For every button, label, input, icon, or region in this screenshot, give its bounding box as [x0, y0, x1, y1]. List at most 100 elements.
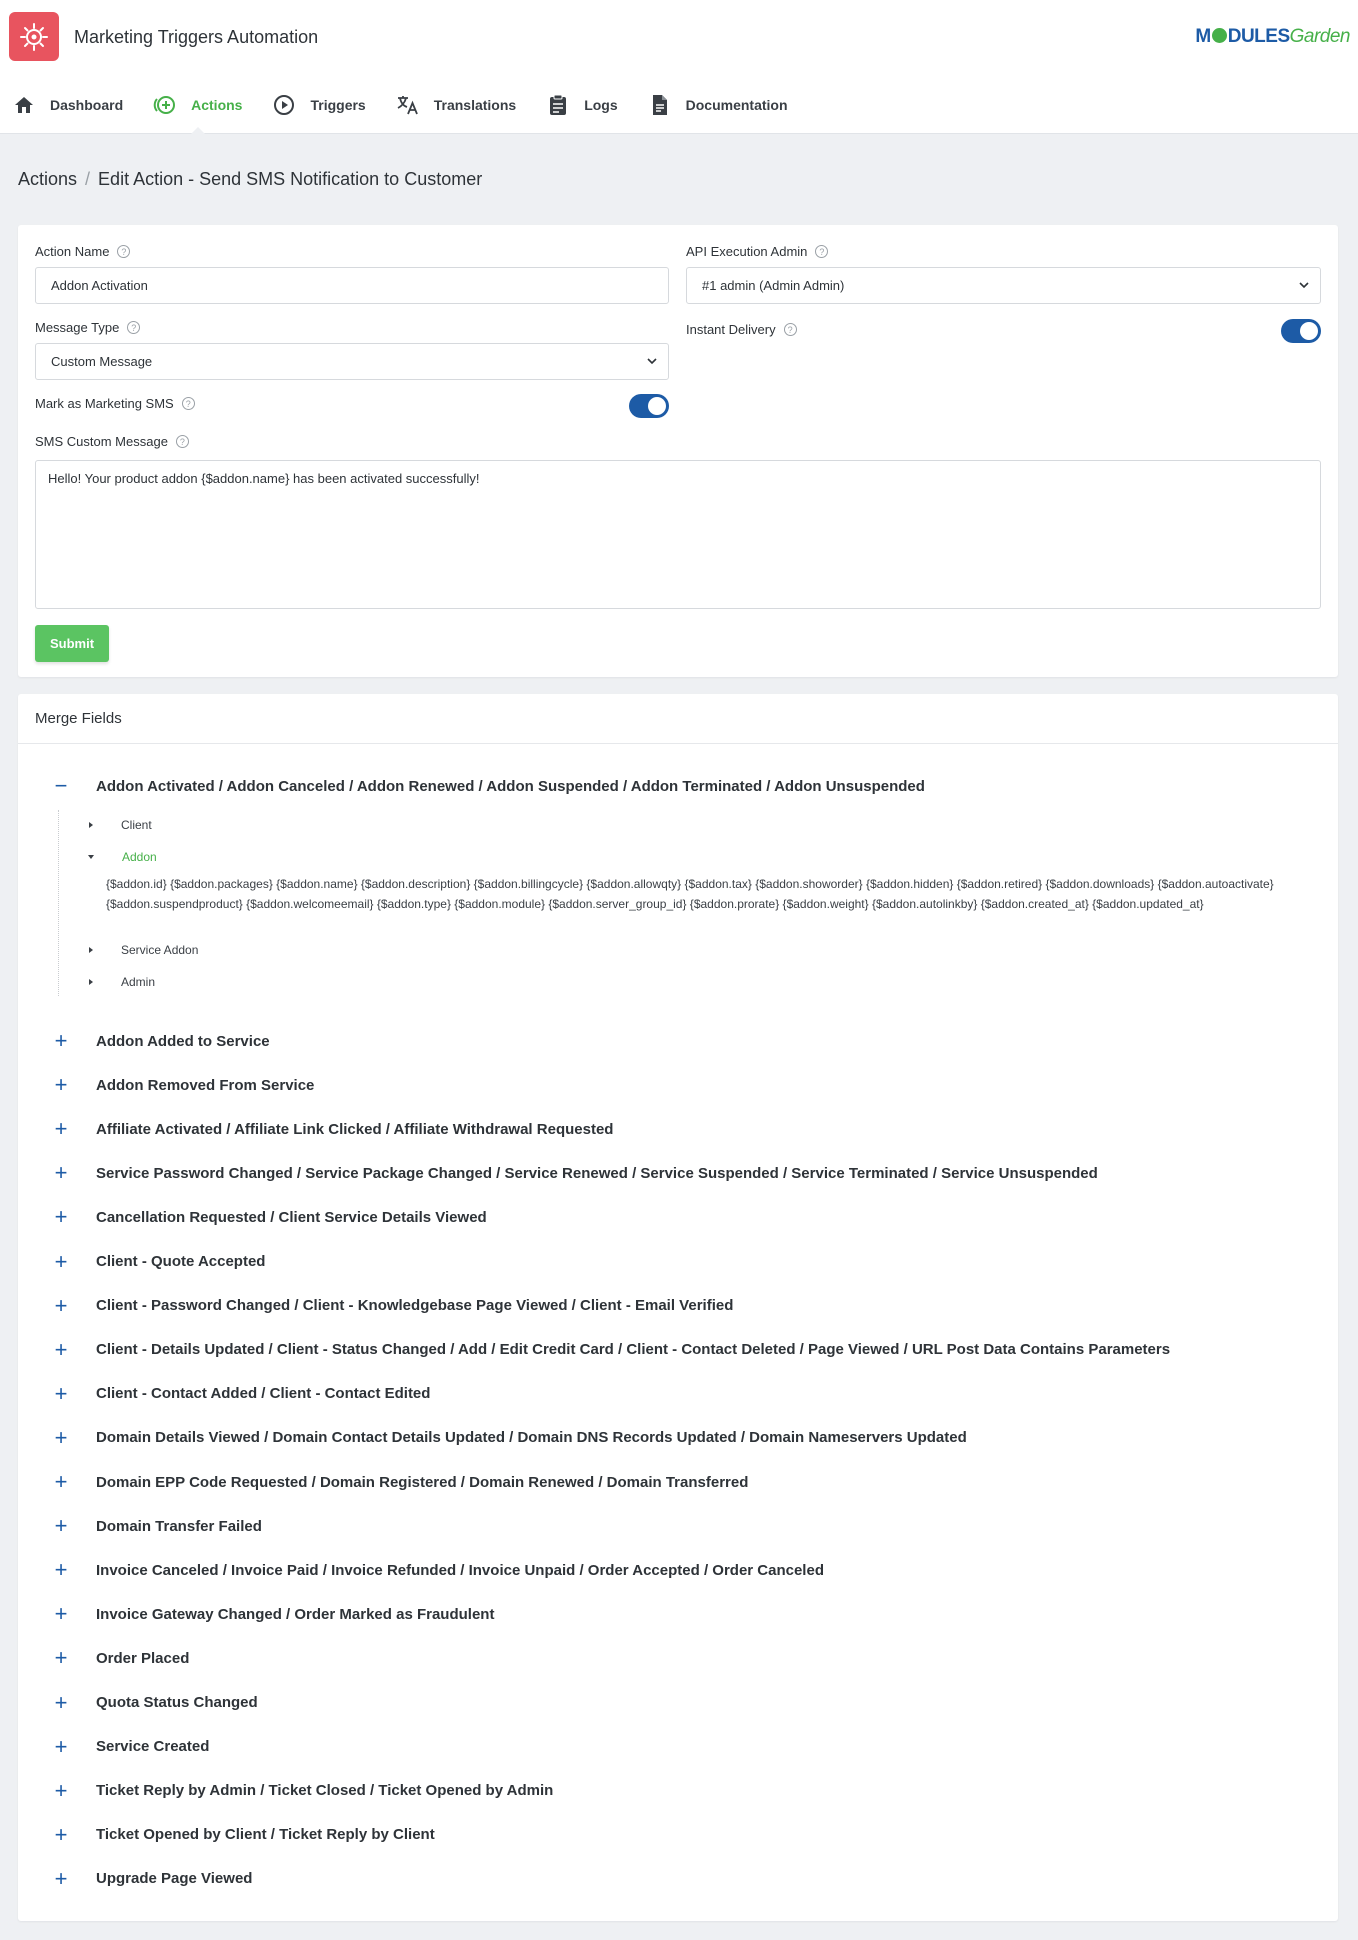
help-icon[interactable]: ?	[783, 323, 797, 336]
merge-group[interactable]: + Upgrade Page Viewed	[18, 1866, 1338, 1892]
instant-delivery-label: Instant Delivery?	[686, 322, 797, 337]
group-label: Domain EPP Code Requested / Domain Regis…	[96, 1473, 749, 1491]
nav-actions[interactable]: Actions	[153, 90, 242, 134]
target-icon	[20, 22, 48, 51]
collapse-icon[interactable]: −	[53, 773, 69, 799]
tree-node-client[interactable]: Client	[58, 818, 152, 832]
group-label: Upgrade Page Viewed	[96, 1870, 253, 1888]
merge-group[interactable]: + Quota Status Changed	[18, 1690, 1338, 1716]
merge-group[interactable]: + Client - Quote Accepted	[18, 1249, 1338, 1275]
nav-label: Triggers	[310, 97, 366, 113]
group-label: Service Password Changed / Service Packa…	[96, 1164, 1098, 1182]
marketing-sms-toggle[interactable]	[629, 394, 669, 418]
help-icon[interactable]: ?	[175, 435, 189, 448]
expand-icon[interactable]: +	[53, 1249, 69, 1275]
action-form-card: Action Name? Addon Activation API Execut…	[18, 225, 1338, 677]
expand-icon[interactable]: +	[53, 1601, 69, 1627]
api-admin-label: API Execution Admin?	[686, 244, 829, 259]
expand-icon[interactable]: +	[53, 1204, 69, 1230]
expand-icon[interactable]: +	[53, 1028, 69, 1054]
merge-group[interactable]: + Invoice Gateway Changed / Order Marked …	[18, 1601, 1338, 1627]
expand-icon[interactable]: +	[53, 1293, 69, 1319]
merge-group[interactable]: + Domain EPP Code Requested / Domain Regi…	[18, 1469, 1338, 1495]
tree-node-label: Service Addon	[121, 943, 199, 957]
group-label: Client - Password Changed / Client - Kno…	[96, 1297, 734, 1315]
expand-icon[interactable]: +	[53, 1425, 69, 1451]
expand-icon[interactable]: +	[53, 1822, 69, 1848]
expand-icon[interactable]: +	[53, 1778, 69, 1804]
chevron-down-icon	[1299, 282, 1309, 289]
group-label: Ticket Opened by Client / Ticket Reply b…	[96, 1826, 435, 1844]
modulesgarden-logo[interactable]: M DULESGarden	[1195, 26, 1350, 48]
caret-right-icon	[89, 822, 93, 828]
expand-icon[interactable]: +	[53, 1866, 69, 1892]
help-icon[interactable]: ?	[117, 245, 131, 258]
merge-group[interactable]: + Ticket Opened by Client / Ticket Reply …	[18, 1822, 1338, 1848]
expand-icon[interactable]: +	[53, 1557, 69, 1583]
merge-group[interactable]: + Domain Transfer Failed	[18, 1513, 1338, 1539]
group-label: Quota Status Changed	[96, 1694, 258, 1711]
group-label: Addon Removed From Service	[96, 1076, 315, 1094]
tree-node-admin[interactable]: Admin	[58, 975, 155, 989]
expand-icon[interactable]: +	[53, 1160, 69, 1186]
translate-icon	[396, 93, 420, 117]
group-label: Invoice Gateway Changed / Order Marked a…	[96, 1605, 495, 1623]
group-label: Domain Details Viewed / Domain Contact D…	[96, 1429, 967, 1447]
group-label: Domain Transfer Failed	[96, 1517, 262, 1535]
message-type-select[interactable]: Custom Message	[35, 343, 669, 380]
merge-group[interactable]: + Invoice Canceled / Invoice Paid / Invoi…	[18, 1557, 1338, 1583]
merge-group[interactable]: + Domain Details Viewed / Domain Contact …	[18, 1425, 1338, 1451]
api-admin-select[interactable]: #1 admin (Admin Admin)	[686, 267, 1321, 304]
merge-group[interactable]: + Client - Password Changed / Client - Kn…	[18, 1293, 1338, 1319]
nav-logs[interactable]: Logs	[546, 90, 618, 120]
message-type-label: Message Type?	[35, 320, 141, 335]
instant-delivery-toggle[interactable]	[1281, 319, 1321, 343]
group-label: Affiliate Activated / Affiliate Link Cli…	[96, 1120, 614, 1138]
expand-icon[interactable]: +	[53, 1337, 69, 1363]
help-icon[interactable]: ?	[815, 245, 829, 258]
breadcrumb-root[interactable]: Actions	[18, 169, 77, 190]
help-icon[interactable]: ?	[181, 397, 195, 410]
merge-group[interactable]: + Service Password Changed / Service Pack…	[18, 1160, 1338, 1186]
merge-group[interactable]: + Affiliate Activated / Affiliate Link Cl…	[18, 1116, 1338, 1142]
merge-group[interactable]: + Service Created	[18, 1734, 1338, 1760]
merge-group[interactable]: + Ticket Reply by Admin / Ticket Closed /…	[18, 1778, 1338, 1804]
nav-triggers[interactable]: Triggers	[272, 90, 366, 120]
expand-icon[interactable]: +	[53, 1381, 69, 1407]
marketing-sms-label: Mark as Marketing SMS?	[35, 396, 195, 411]
expand-icon[interactable]: +	[53, 1072, 69, 1098]
expand-icon[interactable]: +	[53, 1734, 69, 1760]
submit-button[interactable]: Submit	[35, 625, 109, 662]
help-icon[interactable]: ?	[127, 321, 141, 334]
home-icon	[12, 93, 36, 117]
tree-node-service-addon[interactable]: Service Addon	[58, 943, 198, 957]
plus-circle-icon	[153, 93, 177, 117]
caret-down-icon	[88, 855, 94, 859]
nav-dashboard[interactable]: Dashboard	[12, 90, 123, 120]
expand-icon[interactable]: +	[53, 1116, 69, 1142]
expand-icon[interactable]: +	[53, 1513, 69, 1539]
document-icon	[648, 93, 672, 117]
expand-icon[interactable]: +	[53, 1645, 69, 1671]
chevron-down-icon	[647, 358, 657, 365]
merge-group[interactable]: + Order Placed	[18, 1645, 1338, 1671]
merge-group[interactable]: + Addon Removed From Service	[18, 1072, 1338, 1098]
nav-label: Documentation	[685, 97, 788, 113]
merge-group[interactable]: + Client - Details Updated / Client - Sta…	[18, 1337, 1338, 1363]
action-name-input[interactable]: Addon Activation	[35, 267, 669, 304]
merge-group-expanded[interactable]: − Addon Activated / Addon Canceled / Add…	[18, 773, 1338, 799]
tree-node-addon[interactable]: Addon	[58, 850, 157, 864]
merge-group[interactable]: + Cancellation Requested / Client Service…	[18, 1204, 1338, 1230]
tree-node-label: Addon	[122, 850, 157, 864]
custom-message-textarea[interactable]: Hello! Your product addon {$addon.name} …	[35, 460, 1321, 609]
group-label: Client - Contact Added / Client - Contac…	[96, 1385, 431, 1403]
addon-merge-fields[interactable]: {$addon.id} {$addon.packages} {$addon.na…	[106, 874, 1331, 914]
nav-translations[interactable]: Translations	[396, 90, 516, 120]
merge-group[interactable]: + Client - Contact Added / Client - Conta…	[18, 1381, 1338, 1407]
expand-icon[interactable]: +	[53, 1469, 69, 1495]
merge-group[interactable]: + Addon Added to Service	[18, 1028, 1338, 1054]
group-label: Order Placed	[96, 1649, 190, 1667]
breadcrumb-separator: /	[85, 169, 91, 189]
expand-icon[interactable]: +	[53, 1690, 69, 1716]
nav-documentation[interactable]: Documentation	[648, 90, 788, 120]
